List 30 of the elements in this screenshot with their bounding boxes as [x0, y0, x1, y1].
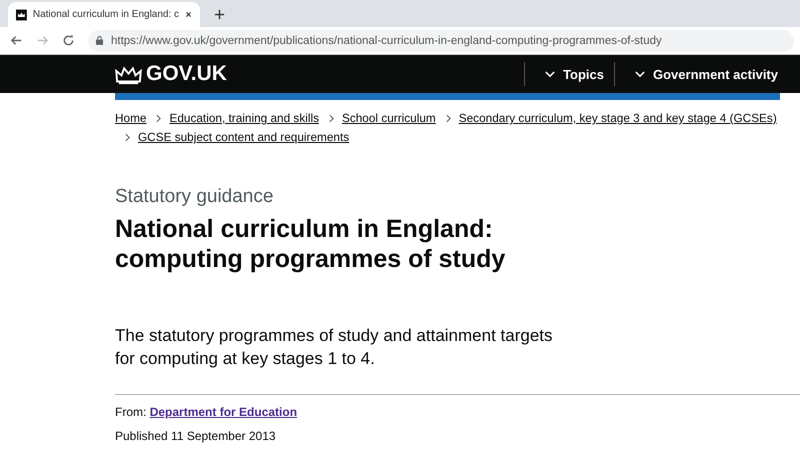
nav-menu-button[interactable]: Topics [524, 62, 606, 86]
chevron-down-icon [635, 70, 645, 78]
lock-icon [96, 36, 103, 45]
chevron-icon [328, 114, 334, 123]
page-title: National curriculum in England: computing programmes of study [115, 214, 506, 274]
from-label: From: [115, 405, 146, 419]
organisation-link[interactable]: Department for Education [150, 405, 298, 419]
crown-icon [115, 64, 142, 84]
chevron-down-icon [545, 70, 556, 78]
breadcrumb-link[interactable]: GCSE subject content and requirements [138, 129, 350, 146]
back-icon[interactable] [10, 34, 23, 47]
breadcrumb-link[interactable]: Secondary curriculum, key stage 3 and key stage 4 (GCSEs) [458, 110, 777, 127]
breadcrumb-link[interactable]: Home [115, 110, 146, 127]
tab-title: National curriculum in England: c [32, 9, 180, 20]
page-caption: Statutory guidance [115, 186, 274, 208]
chevron-icon [156, 114, 162, 123]
page-summary: The statutory programmes of study and attainment targets for computing at key stages 1 to 4. [115, 325, 554, 370]
browser-tab[interactable]: National curriculum in England: c [8, 2, 200, 27]
address-bar[interactable]: https://www.gov.uk/government/publications/national-curriculum-in-england-computing-programmes-of-study [88, 30, 794, 52]
chevron-icon [446, 114, 451, 123]
published-date: Published 11 September 2013 [115, 429, 277, 443]
chevron-icon [125, 133, 130, 142]
new-tab-icon[interactable] [214, 9, 225, 20]
nav-menu-button[interactable]: Government activity [614, 62, 780, 86]
logo-text[interactable]: GOV.UK [146, 62, 227, 86]
close-icon[interactable] [185, 10, 192, 19]
breadcrumb-link[interactable]: School curriculum [342, 110, 436, 127]
reload-icon[interactable] [62, 34, 75, 47]
breadcrumb-link[interactable]: Education, training and skills [169, 110, 319, 127]
crown-icon [16, 8, 27, 22]
